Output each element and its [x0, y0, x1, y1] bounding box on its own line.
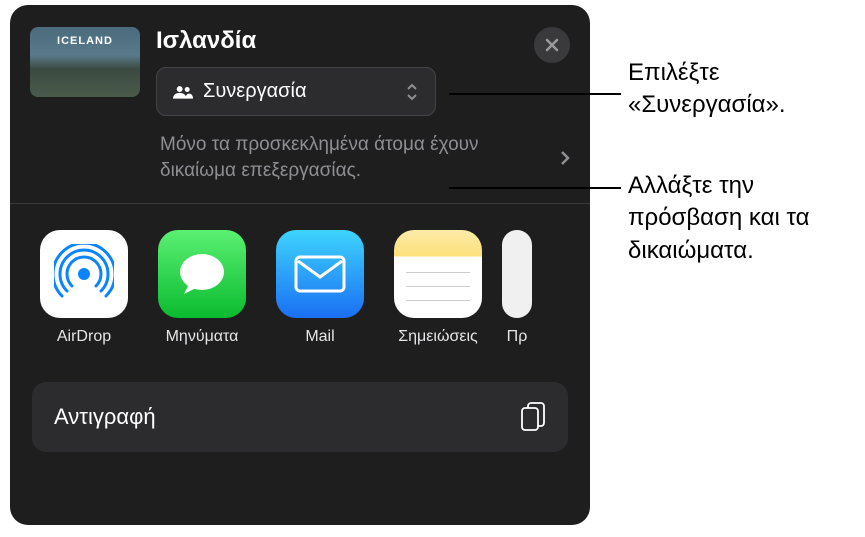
app-messages[interactable]: Μηνύματα	[158, 230, 246, 346]
actions-section: Αντιγραφή	[10, 372, 590, 472]
share-sheet: ICELAND Ισλανδία Συνεργασία	[10, 5, 590, 525]
callout-text: Επιλέξτε «Συνεργασία».	[628, 59, 786, 118]
mail-icon	[276, 230, 364, 318]
notes-icon	[394, 230, 482, 318]
more-icon	[502, 230, 532, 318]
dropdown-label: Συνεργασία	[203, 80, 395, 103]
thumbnail-label: ICELAND	[57, 35, 113, 47]
permissions-row[interactable]: Μόνο τα προσκεκλημένα άτομα έχουν δικαίω…	[10, 116, 590, 203]
document-title: Ισλανδία	[156, 27, 518, 55]
app-airdrop[interactable]: AirDrop	[40, 230, 128, 346]
header-main: Ισλανδία Συνεργασία	[156, 27, 518, 116]
app-label: Πρ	[507, 328, 528, 346]
updown-chevron-icon	[405, 82, 419, 102]
apps-row: AirDrop Μηνύματα Mail	[10, 204, 590, 372]
close-button[interactable]	[534, 27, 570, 63]
app-notes[interactable]: Σημειώσεις	[394, 230, 482, 346]
collaboration-dropdown[interactable]: Συνεργασία	[156, 67, 436, 116]
app-more-partial[interactable]: Πρ	[502, 230, 532, 346]
callout-select-collab: Επιλέξτε «Συνεργασία».	[628, 57, 858, 122]
share-header: ICELAND Ισλανδία Συνεργασία	[10, 5, 590, 116]
callout-line	[449, 187, 621, 189]
app-label: Σημειώσεις	[398, 328, 477, 346]
app-mail[interactable]: Mail	[276, 230, 364, 346]
people-icon	[173, 84, 193, 100]
close-icon	[544, 37, 560, 53]
chevron-right-icon	[560, 150, 570, 166]
document-thumbnail: ICELAND	[30, 27, 140, 97]
copy-label: Αντιγραφή	[54, 404, 156, 430]
app-label: Μηνύματα	[166, 328, 239, 346]
app-label: Mail	[305, 328, 334, 346]
callout-text: Αλλάξτε την πρόσβαση και τα δικαιώματα.	[628, 172, 809, 264]
copy-action[interactable]: Αντιγραφή	[32, 382, 568, 452]
callout-change-access: Αλλάξτε την πρόσβαση και τα δικαιώματα.	[628, 170, 858, 267]
permissions-text: Μόνο τα προσκεκλημένα άτομα έχουν δικαίω…	[160, 132, 552, 183]
airdrop-icon	[40, 230, 128, 318]
copy-icon	[520, 402, 546, 432]
app-label: AirDrop	[57, 328, 111, 346]
callout-line	[449, 93, 621, 95]
messages-icon	[158, 230, 246, 318]
